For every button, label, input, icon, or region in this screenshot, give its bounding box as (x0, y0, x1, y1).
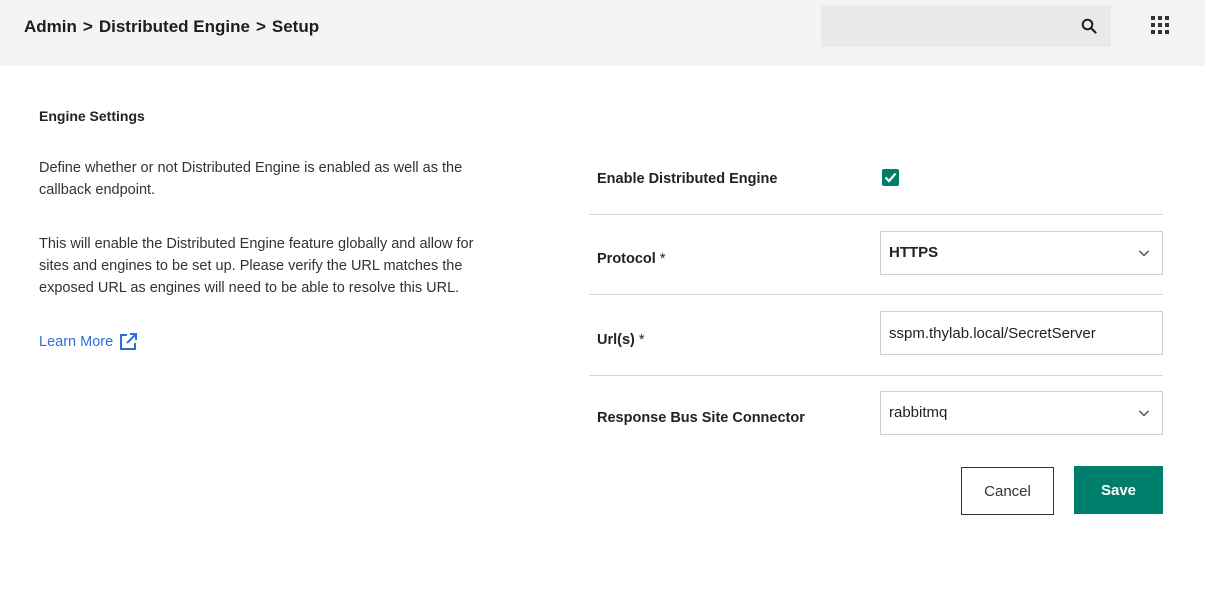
protocol-label-text: Protocol (597, 251, 656, 267)
learn-more-label: Learn More (39, 334, 114, 350)
required-mark: * (659, 251, 666, 267)
chevron-down-icon (1138, 410, 1150, 417)
section-title: Engine Settings (39, 108, 145, 124)
row-divider (589, 214, 1163, 215)
protocol-value: HTTPS (889, 244, 939, 261)
search-input[interactable] (821, 5, 1071, 47)
required-mark: * (638, 332, 645, 348)
search-icon[interactable] (1081, 18, 1097, 34)
external-link-icon (120, 333, 138, 350)
connector-value: rabbitmq (889, 404, 948, 421)
breadcrumb: Admin > Distributed Engine > Setup (24, 17, 319, 37)
breadcrumb-separator: > (255, 17, 266, 36)
breadcrumb-item-distributed-engine[interactable]: Distributed Engine (99, 17, 250, 37)
check-icon (884, 172, 897, 183)
connector-label: Response Bus Site Connector (597, 410, 805, 426)
settings-details: This will enable the Distributed Engine … (39, 236, 474, 296)
urls-field (880, 311, 1163, 355)
connector-select[interactable]: rabbitmq (880, 391, 1163, 435)
cancel-button[interactable]: Cancel (961, 467, 1054, 515)
learn-more-link[interactable]: Learn More (39, 333, 138, 351)
urls-input[interactable] (881, 312, 1162, 354)
urls-label: Url(s) * (597, 332, 645, 348)
breadcrumb-item-admin[interactable]: Admin (24, 17, 77, 37)
top-bar: Admin > Distributed Engine > Setup (0, 0, 1205, 66)
enable-label: Enable Distributed Engine (597, 171, 778, 187)
protocol-label: Protocol * (597, 251, 665, 267)
enable-checkbox[interactable] (882, 169, 899, 186)
row-divider (589, 294, 1163, 295)
protocol-select[interactable]: HTTPS (880, 231, 1163, 275)
urls-label-text: Url(s) (597, 332, 635, 348)
breadcrumb-item-setup: Setup (271, 17, 320, 36)
search-box (821, 5, 1111, 47)
breadcrumb-separator: > (82, 17, 93, 36)
row-divider (589, 375, 1163, 376)
chevron-down-icon (1138, 250, 1150, 257)
settings-description: Define whether or not Distributed Engine… (39, 160, 463, 198)
save-button[interactable]: Save (1074, 466, 1163, 514)
apps-grid-icon[interactable] (1151, 16, 1169, 34)
